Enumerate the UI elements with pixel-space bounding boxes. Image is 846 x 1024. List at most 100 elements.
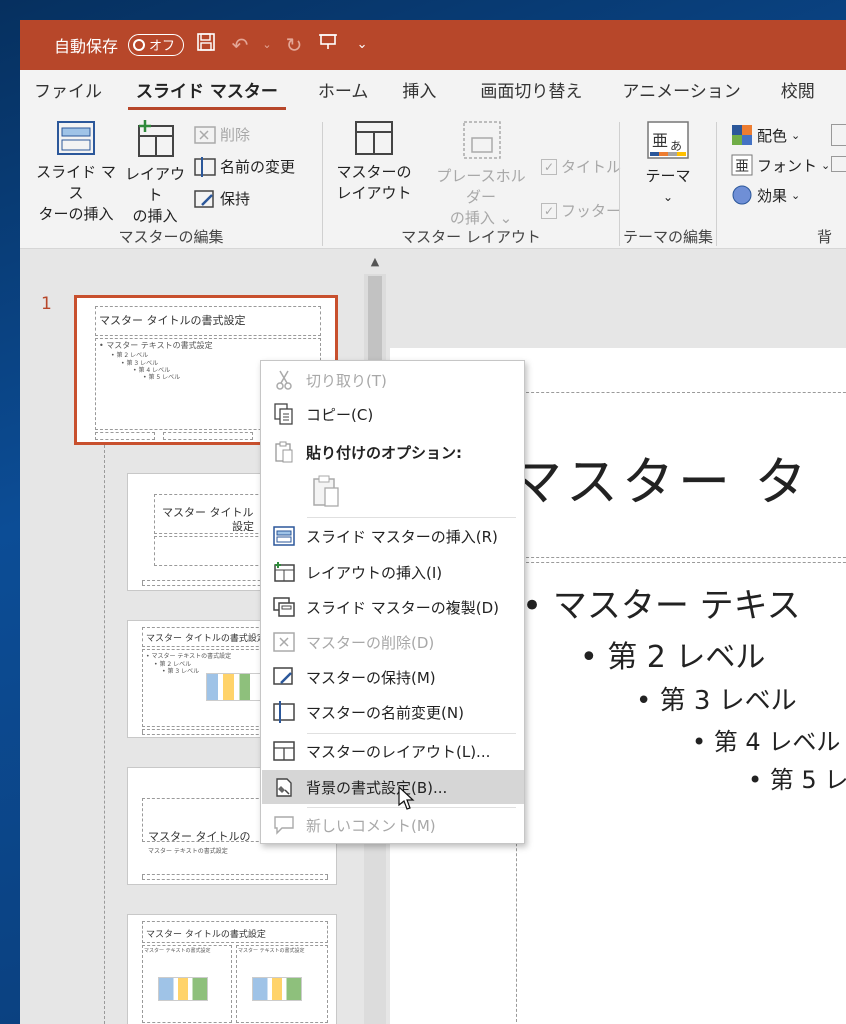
paste-icon: [262, 441, 306, 463]
colors-icon: [732, 125, 752, 145]
menu-item-delete-master[interactable]: マスターの削除(D): [262, 625, 524, 659]
main-bullet-level3[interactable]: • 第 3 レベル: [636, 680, 797, 717]
tab-home[interactable]: ホーム: [298, 70, 389, 116]
group-master-edit: スライド マス ターの挿入 レイアウト の挿入 削除 名前の変更 保持 マスター…: [20, 116, 322, 249]
insert-placeholder-label1: プレースホルダー: [436, 167, 526, 206]
svg-text:亜: 亜: [652, 131, 668, 150]
menu-item-label: 貼り付けのオプション:: [306, 443, 462, 462]
effects-icon: [732, 185, 752, 205]
menu-item-label: 背景の書式設定(B)...: [306, 778, 448, 797]
title-checkbox[interactable]: ✓ タイトル: [541, 156, 621, 177]
footer-checkbox-label: フッター: [561, 202, 622, 220]
menu-item-rename-master[interactable]: マスターの名前変更(N): [262, 695, 524, 729]
redo-icon[interactable]: ↻: [282, 33, 306, 57]
autosave-label: 自動保存: [54, 36, 119, 56]
quick-access-toolbar: 自動保存 オフ ↶ ⌄ ↻ ⌄: [54, 32, 374, 57]
footer-checkbox[interactable]: ✓ フッター: [541, 200, 621, 221]
thumb-title: 設定: [232, 520, 254, 533]
effects-button[interactable]: 効果 ⌄: [731, 184, 800, 206]
tab-transitions[interactable]: 画面切り替え: [460, 70, 602, 116]
menu-item-label: スライド マスターの挿入(R): [306, 527, 498, 546]
preserve-icon: [194, 189, 214, 208]
fonts-icon: 亜: [731, 154, 753, 176]
autosave-state: オフ: [149, 39, 176, 54]
master-layout-button[interactable]: マスターの レイアウト: [331, 120, 417, 204]
menu-separator: [307, 517, 516, 518]
tab-insert[interactable]: 挿入: [388, 70, 460, 116]
thumb-footer: [142, 874, 328, 880]
save-icon[interactable]: [194, 32, 218, 57]
chevron-down-icon: ⌄: [662, 190, 674, 204]
delete-button[interactable]: 削除: [194, 124, 250, 145]
insert-layout-label2: の挿入: [132, 207, 178, 225]
thumb-body-text: マスター テキストの書式設定: [238, 948, 305, 954]
menu-paste-options-header: 貼り付けのオプション:: [262, 435, 524, 469]
tab-slide-master[interactable]: スライド マスター: [116, 70, 298, 116]
tab-animations[interactable]: アニメーション: [602, 70, 760, 116]
main-bullet-level4[interactable]: • 第 4 レベル: [692, 722, 840, 757]
insert-slide-master-icon: [262, 526, 306, 546]
fonts-button[interactable]: 亜 フォント ⌄: [731, 154, 830, 176]
content-icons: [206, 673, 262, 701]
menu-item-copy[interactable]: コピー(C): [262, 397, 524, 431]
presentation-icon[interactable]: [316, 32, 340, 57]
paste-keep-source-icon[interactable]: [309, 473, 343, 509]
delete-master-icon: [262, 632, 306, 652]
menu-item-new-comment[interactable]: 新しいコメント(M): [262, 808, 524, 842]
group-theme-edit: 亜あ テーマ ⌄ テーマの編集: [620, 116, 716, 249]
fonts-label: フォント: [757, 156, 818, 175]
effects-label: 効果: [757, 186, 788, 205]
ribbon: スライド マス ターの挿入 レイアウト の挿入 削除 名前の変更 保持 マスター…: [20, 116, 846, 249]
mouse-cursor-icon: [398, 785, 418, 816]
group-label-background: 背: [817, 228, 833, 246]
colors-button[interactable]: 配色 ⌄: [731, 124, 800, 146]
chevron-down-icon: ⌄: [791, 128, 801, 142]
preserve-button[interactable]: 保持: [194, 188, 250, 209]
layout-thumbnail[interactable]: マスター タイトルの書式設定 マスター テキストの書式設定 マスター テキストの…: [127, 914, 337, 1024]
delete-icon: [194, 125, 216, 144]
checkbox-checked-icon: ✓: [541, 202, 557, 219]
toggle-knob-icon: [133, 38, 146, 51]
master-layout-label2: レイアウト: [336, 184, 412, 202]
scroll-up-icon[interactable]: ▲: [364, 250, 386, 274]
insert-layout-button[interactable]: レイアウト の挿入: [120, 120, 190, 227]
main-bullet-level1[interactable]: • マスター テキス: [522, 578, 801, 627]
rename-button[interactable]: 名前の変更: [194, 156, 295, 177]
chevron-down-icon: ⌄: [821, 158, 831, 172]
autosave-toggle[interactable]: オフ: [128, 33, 185, 56]
preserve-master-icon: [262, 667, 306, 687]
menu-item-master-layout[interactable]: マスターのレイアウト(L)...: [262, 734, 524, 768]
main-bullet-level2[interactable]: • 第 2 レベル: [580, 632, 765, 676]
tab-view[interactable]: 表示: [835, 70, 846, 116]
new-comment-icon: [262, 815, 306, 835]
menu-item-label: マスターのレイアウト(L)...: [306, 742, 491, 761]
undo-dropdown-icon[interactable]: ⌄: [262, 38, 272, 51]
main-slide-title[interactable]: マスター タ: [510, 440, 811, 515]
menu-item-format-background[interactable]: 背景の書式設定(B)...: [262, 770, 524, 804]
tab-file[interactable]: ファイル: [20, 70, 116, 116]
menu-item-insert-layout[interactable]: レイアウトの挿入(I): [262, 555, 524, 589]
menu-item-label: コピー(C): [306, 405, 374, 424]
copy-icon: [262, 403, 306, 425]
thumb-title: マスター タイトルの: [148, 830, 251, 843]
tab-review[interactable]: 校閲: [761, 70, 835, 116]
thumb-level5: • 第 5 レベル: [143, 374, 181, 381]
layout-connector-line: [104, 440, 105, 1024]
hide-background-checkbox[interactable]: [831, 156, 846, 172]
menu-item-preserve-master[interactable]: マスターの保持(M): [262, 660, 524, 694]
rename-label: 名前の変更: [220, 158, 296, 176]
customize-qat-icon[interactable]: ⌄: [350, 37, 374, 52]
insert-slide-master-button[interactable]: スライド マス ターの挿入: [30, 120, 122, 225]
preserve-label: 保持: [220, 190, 251, 208]
menu-item-insert-slide-master[interactable]: スライド マスターの挿入(R): [262, 519, 524, 553]
menu-item-duplicate-master[interactable]: スライド マスターの複製(D): [262, 590, 524, 624]
menu-item-cut[interactable]: 切り取り(T): [262, 363, 524, 397]
undo-icon[interactable]: ↶: [228, 33, 252, 57]
master-layout-label1: マスターの: [336, 163, 412, 181]
thumb-body-text: マスター テキストの書式設定: [148, 848, 228, 855]
background-styles-icon[interactable]: [831, 124, 846, 146]
main-bullet-level5[interactable]: • 第 5 レ: [748, 760, 846, 795]
themes-button[interactable]: 亜あ テーマ ⌄: [626, 120, 710, 208]
group-label-master-edit: マスターの編集: [118, 228, 224, 246]
insert-placeholder-button[interactable]: プレースホルダー の挿入 ⌄: [431, 120, 531, 229]
